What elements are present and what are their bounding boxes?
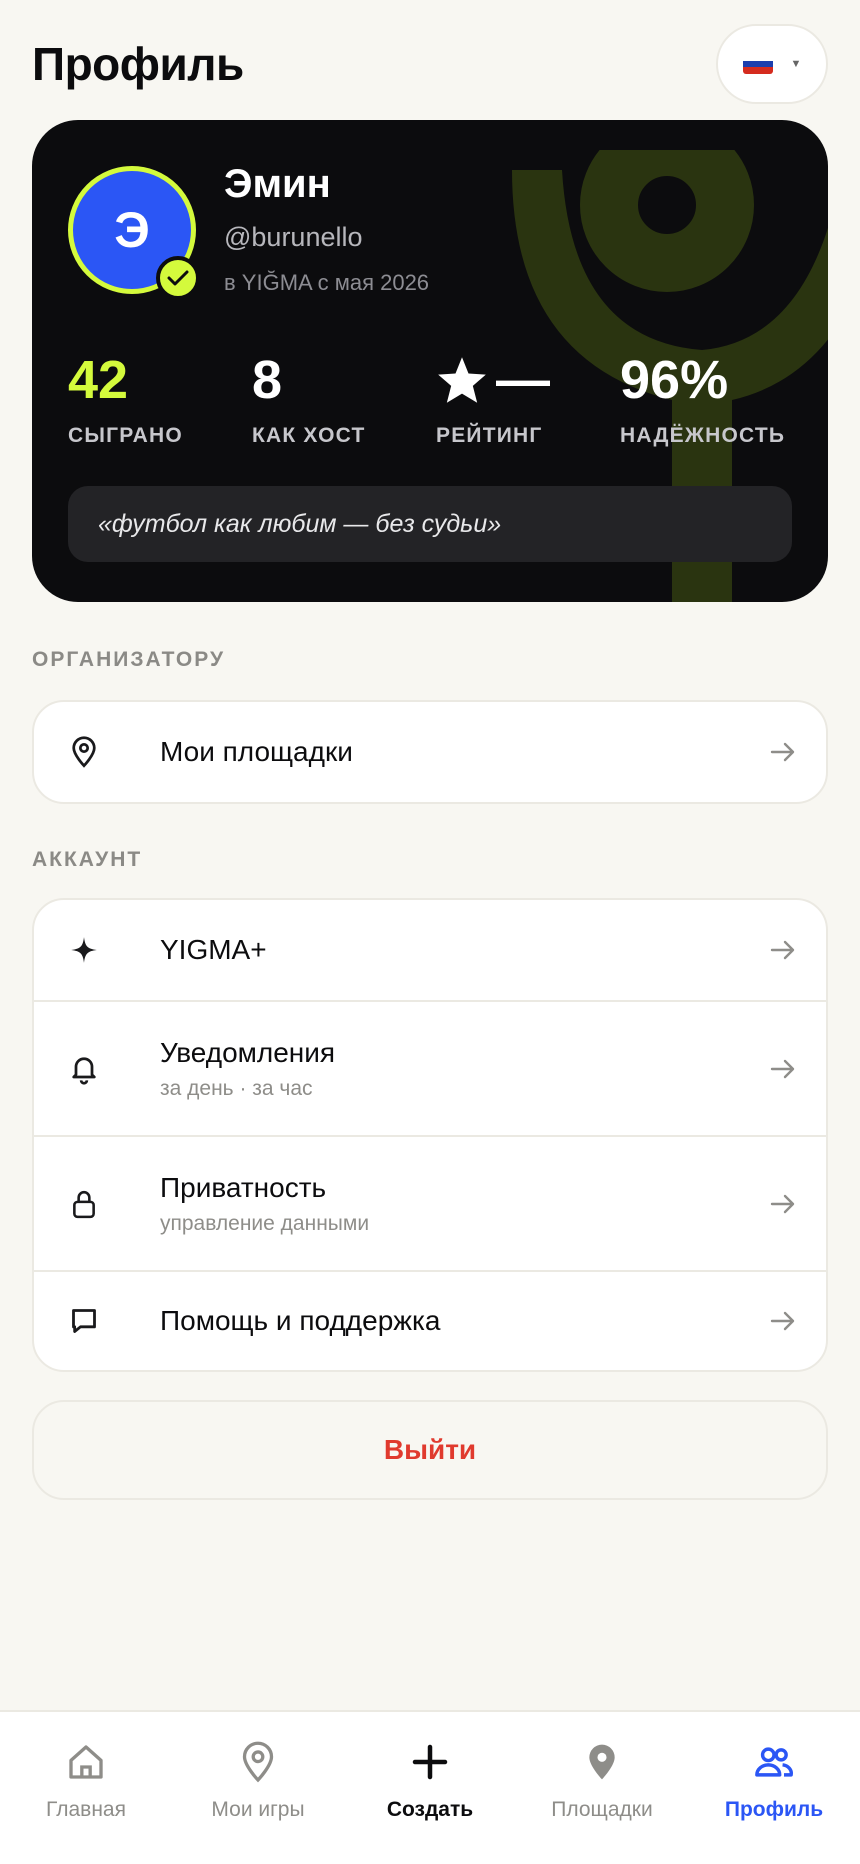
tab-label: Главная [46, 1798, 126, 1821]
users-icon [752, 1740, 796, 1784]
plus-icon [408, 1740, 452, 1784]
arrow-right-icon [770, 1311, 795, 1331]
header: Профиль ▼ [32, 24, 828, 104]
account-group: YIGMA+ Уведомления за день · за час Прив… [32, 898, 828, 1372]
tab-label: Мои игры [211, 1798, 305, 1821]
home-icon [64, 1740, 108, 1784]
organizer-group: Мои площадки [32, 700, 828, 804]
menu-item-subtitle: за день · за час [160, 1076, 313, 1100]
tab-label: Создать [386, 1798, 474, 1821]
page-title: Профиль [32, 38, 244, 90]
menu-item-my-venues[interactable]: Мои площадки [34, 702, 826, 802]
stat-value: 8 [252, 350, 283, 410]
stat-hosted: 8 КАК ХОСТ [252, 346, 366, 448]
tab-label: Профиль [724, 1798, 824, 1821]
location-pin-icon [236, 1740, 280, 1784]
tab-profile[interactable]: Профиль [688, 1740, 860, 1822]
bio-quote: «футбол как любим — без судьи» [68, 486, 792, 562]
section-label-account: АККАУНТ [32, 848, 143, 871]
logout-button[interactable]: Выйти [32, 1400, 828, 1500]
member-since: в YIĞMA с мая 2026 [224, 270, 430, 295]
stat-rating: — РЕЙТИНГ [436, 346, 550, 448]
stat-label: СЫГРАНО [68, 424, 183, 447]
section-label-organizer: ОРГАНИЗАТОРУ [32, 648, 226, 671]
stat-value: 96% [620, 350, 729, 410]
stat-reliability: 96% НАДЁЖНОСТЬ [620, 346, 785, 448]
stats-row: 42 СЫГРАНО 8 КАК ХОСТ — РЕЙТИНГ 96% НАДЁ… [68, 346, 808, 456]
verified-check-icon [156, 256, 200, 300]
chat-bubble-icon [68, 1305, 100, 1337]
stat-label: КАК ХОСТ [252, 424, 366, 447]
caret-down-icon: ▼ [790, 58, 802, 70]
tab-venues[interactable]: Площадки [516, 1740, 688, 1822]
avatar[interactable]: Э [68, 166, 200, 300]
user-handle: @burunello [224, 222, 363, 252]
menu-item-subtitle: управление данными [160, 1211, 370, 1235]
stat-value-wrap: — [436, 346, 550, 414]
menu-item-label: YIGMA+ [160, 934, 267, 965]
menu-item-notifications[interactable]: Уведомления за день · за час [34, 1000, 826, 1135]
star-icon [438, 357, 486, 403]
stat-label: НАДЁЖНОСТЬ [620, 424, 786, 447]
sparkle-icon [68, 934, 100, 966]
menu-item-yigma-plus[interactable]: YIGMA+ [34, 900, 826, 1000]
menu-item-privacy[interactable]: Приватность управление данными [34, 1135, 826, 1270]
bottom-tab-bar: Главная Мои игры Создать Площадки Профил… [0, 1710, 860, 1864]
stat-value: — [496, 350, 550, 410]
menu-item-label: Мои площадки [160, 736, 353, 767]
location-pin-icon [68, 736, 100, 768]
menu-item-label: Приватность [160, 1171, 327, 1203]
stat-played: 42 СЫГРАНО [68, 346, 183, 448]
arrow-right-icon [770, 1059, 795, 1078]
menu-item-label: Помощь и поддержка [160, 1305, 441, 1336]
arrow-right-icon [770, 1194, 795, 1213]
arrow-right-icon [770, 742, 795, 762]
stat-label: РЕЙТИНГ [436, 424, 543, 447]
stat-value: 42 [68, 350, 129, 410]
tab-home[interactable]: Главная [0, 1740, 172, 1822]
lock-icon [68, 1188, 100, 1220]
tab-my-games[interactable]: Мои игры [172, 1740, 344, 1822]
menu-item-label: Уведомления [160, 1036, 336, 1068]
profile-card: Э Эмин @burunello в YIĞMA с мая 2026 42 … [32, 120, 828, 602]
tab-label: Площадки [551, 1798, 653, 1821]
tab-create[interactable]: Создать [344, 1740, 516, 1822]
bell-icon [68, 1053, 100, 1085]
map-pin-filled-icon [580, 1740, 624, 1784]
user-name: Эмин [224, 162, 331, 206]
language-selector-button[interactable]: ▼ [716, 24, 828, 104]
russia-flag-icon [742, 54, 773, 74]
arrow-right-icon [770, 940, 795, 960]
menu-item-help[interactable]: Помощь и поддержка [34, 1270, 826, 1370]
